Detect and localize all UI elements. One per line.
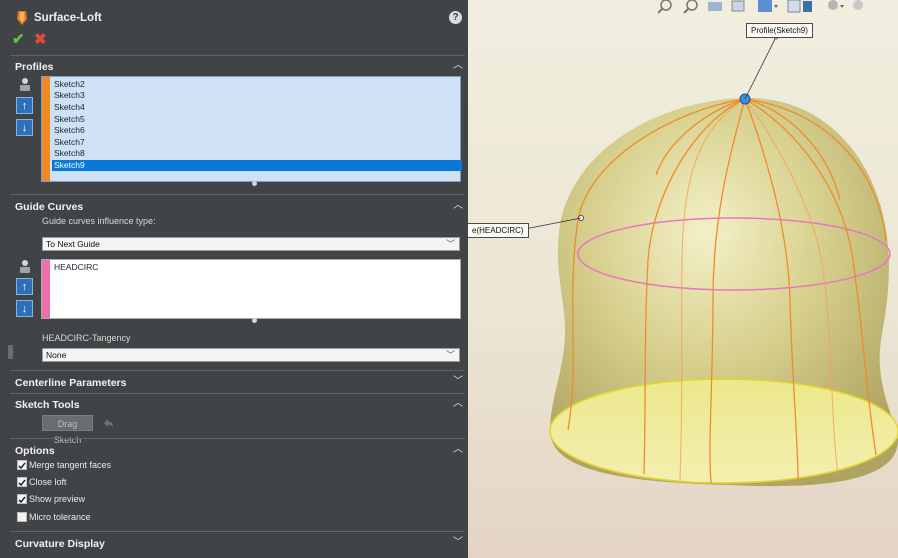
divider xyxy=(10,531,465,532)
micro-tolerance-label[interactable]: Micro tolerance xyxy=(29,512,91,522)
merge-tangent-label[interactable]: Merge tangent faces xyxy=(29,460,111,470)
influence-type-label: Guide curves influence type: xyxy=(42,216,156,226)
divider xyxy=(10,55,465,56)
move-up-button[interactable]: ↑ xyxy=(16,278,33,295)
divider xyxy=(10,370,465,371)
undo-icon[interactable] xyxy=(101,417,115,430)
guide-curves-header[interactable]: Guide Curves xyxy=(15,201,83,213)
list-item[interactable]: Sketch8 xyxy=(52,148,462,159)
check-icon xyxy=(18,479,26,487)
micro-tolerance-checkbox[interactable] xyxy=(17,512,27,522)
chevron-down-icon[interactable]: ﹀ xyxy=(452,377,464,387)
chevron-down-icon[interactable]: ﹀ xyxy=(452,538,464,548)
profiles-color-stripe xyxy=(42,77,50,181)
tangency-value: None xyxy=(46,350,67,360)
close-loft-checkbox[interactable] xyxy=(17,477,27,487)
surface-loft-icon xyxy=(17,11,27,25)
feature-title-bar: Surface-Loft ? ✔ ✖ xyxy=(0,0,468,56)
tangency-select[interactable]: None ﹀ xyxy=(42,348,460,362)
property-manager-panel: Surface-Loft ? ✔ ✖ Profiles ︿ ↑ ↓ Sketch… xyxy=(0,0,468,558)
chevron-down-icon: ﹀ xyxy=(445,239,455,249)
help-icon[interactable]: ? xyxy=(449,11,462,24)
ok-check-icon[interactable]: ✔ xyxy=(12,30,25,48)
list-item[interactable]: Sketch4 xyxy=(52,102,462,113)
list-item[interactable]: Sketch2 xyxy=(52,79,462,90)
loft-preview[interactable] xyxy=(468,0,898,558)
guide-callout[interactable]: e(HEADCIRC) xyxy=(468,223,529,238)
panel-collapse-handle[interactable] xyxy=(8,345,13,359)
drag-sketch-button[interactable]: Drag Sketch xyxy=(42,415,93,445)
list-item-selected[interactable]: Sketch9 xyxy=(52,160,462,171)
move-down-button[interactable]: ↓ xyxy=(16,300,33,317)
curvature-display-header[interactable]: Curvature Display xyxy=(15,538,105,550)
profiles-list[interactable]: Sketch2 Sketch3 Sketch4 Sketch5 Sketch6 … xyxy=(41,76,462,182)
sketch-tools-header[interactable]: Sketch Tools xyxy=(15,399,80,411)
graphics-viewport[interactable]: Profile(Sketch9) e(HEADCIRC) xyxy=(468,0,898,558)
show-preview-label[interactable]: Show preview xyxy=(29,494,85,504)
resize-handle[interactable] xyxy=(252,318,257,323)
profiles-header[interactable]: Profiles xyxy=(15,61,54,73)
tangency-label: HEADCIRC-Tangency xyxy=(42,333,131,343)
move-up-button[interactable]: ↑ xyxy=(16,97,33,114)
influence-type-select[interactable]: To Next Guide ﹀ xyxy=(42,237,460,251)
cancel-x-icon[interactable]: ✖ xyxy=(34,30,47,48)
chevron-up-icon[interactable]: ︿ xyxy=(452,399,464,409)
profile-callout[interactable]: Profile(Sketch9) xyxy=(746,23,813,38)
show-preview-checkbox[interactable] xyxy=(17,494,27,504)
resize-handle[interactable] xyxy=(252,181,257,186)
check-icon xyxy=(18,496,26,504)
divider xyxy=(10,194,465,195)
divider xyxy=(10,438,465,439)
options-header[interactable]: Options xyxy=(15,445,55,457)
chevron-down-icon: ﹀ xyxy=(445,350,455,360)
selection-filter-icon[interactable] xyxy=(17,77,33,93)
chevron-up-icon[interactable]: ︿ xyxy=(452,61,464,71)
selection-filter-icon[interactable] xyxy=(17,259,33,275)
chevron-up-icon[interactable]: ︿ xyxy=(452,201,464,211)
guide-curves-list[interactable]: HEADCIRC xyxy=(41,259,461,319)
influence-type-value: To Next Guide xyxy=(46,239,100,249)
list-item[interactable]: Sketch3 xyxy=(52,90,462,101)
feature-title: Surface-Loft xyxy=(34,12,102,24)
list-item[interactable]: HEADCIRC xyxy=(52,262,462,273)
centerline-header[interactable]: Centerline Parameters xyxy=(15,377,126,389)
chevron-up-icon[interactable]: ︿ xyxy=(452,445,464,455)
divider xyxy=(10,393,465,394)
guide-color-stripe xyxy=(42,260,50,318)
list-item[interactable]: Sketch6 xyxy=(52,125,462,136)
move-down-button[interactable]: ↓ xyxy=(16,119,33,136)
list-item[interactable]: Sketch5 xyxy=(52,114,462,125)
check-icon xyxy=(18,462,26,470)
list-item[interactable]: Sketch7 xyxy=(52,137,462,148)
close-loft-label[interactable]: Close loft xyxy=(29,477,67,487)
merge-tangent-checkbox[interactable] xyxy=(17,460,27,470)
